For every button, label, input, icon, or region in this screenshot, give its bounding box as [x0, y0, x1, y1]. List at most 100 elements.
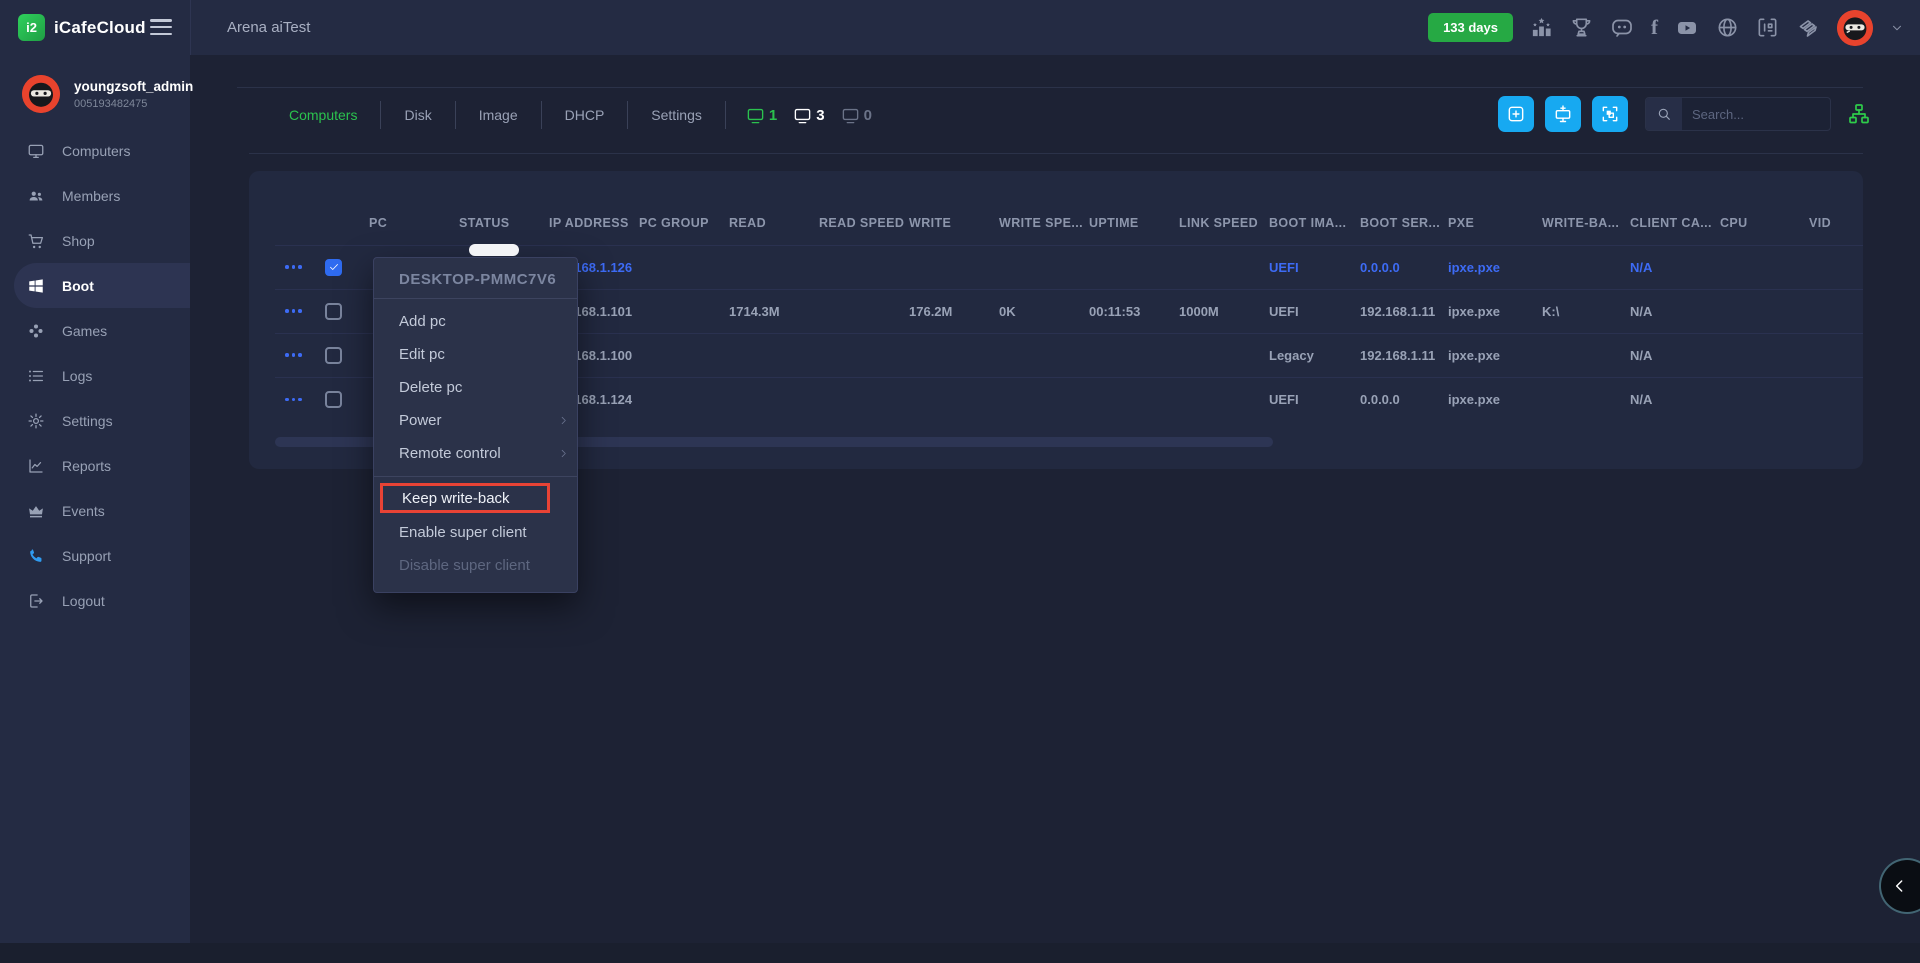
- col-read-speed: READ SPEED: [815, 201, 905, 245]
- offline-pc-counter[interactable]: 0: [841, 106, 872, 125]
- menu-item-enable-super-client[interactable]: Enable super client: [374, 516, 577, 549]
- tab-dhcp[interactable]: DHCP: [542, 107, 628, 123]
- sidebar-item-settings[interactable]: Settings: [0, 398, 190, 443]
- sidebar-item-computers[interactable]: Computers: [0, 128, 190, 173]
- cell-write-speed: 0K: [995, 289, 1085, 333]
- sidebar-item-shop[interactable]: Shop: [0, 218, 190, 263]
- cell-link-speed: [1175, 245, 1265, 289]
- total-pc-count: 3: [816, 107, 824, 124]
- add-pc-button[interactable]: [1545, 96, 1581, 132]
- col-pc: PC: [365, 201, 455, 245]
- sidebar-item-members[interactable]: Members: [0, 173, 190, 218]
- sidebar-item-games[interactable]: Games: [0, 308, 190, 353]
- menu-item-add-pc[interactable]: Add pc: [374, 305, 577, 338]
- row-actions-icon[interactable]: [279, 398, 317, 402]
- sidebar-item-label: Reports: [62, 458, 111, 474]
- user-avatar[interactable]: [1837, 10, 1873, 46]
- online-pc-counter[interactable]: 1: [746, 106, 777, 125]
- youtube-icon[interactable]: [1675, 16, 1699, 40]
- plus-square-icon: [1506, 104, 1526, 124]
- menu-divider: [374, 298, 577, 299]
- cell-boot-server: 0.0.0.0: [1356, 245, 1444, 289]
- menu-item-delete-pc[interactable]: Delete pc: [374, 371, 577, 404]
- cell-cpu: [1716, 245, 1805, 289]
- sidebar-item-label: Support: [62, 548, 111, 564]
- search-input[interactable]: [1682, 107, 1820, 122]
- windows-icon: [27, 277, 45, 295]
- monitor-counters: 1 3 0: [746, 106, 872, 125]
- total-pc-counter[interactable]: 3: [793, 106, 824, 125]
- row-checkbox[interactable]: [325, 391, 342, 408]
- gear-icon: [27, 412, 45, 430]
- cell-client-cache: N/A: [1626, 289, 1716, 333]
- monitor-icon: [27, 142, 45, 160]
- row-checkbox[interactable]: [325, 259, 342, 276]
- tab-settings[interactable]: Settings: [628, 107, 725, 123]
- menu-item-remote-control[interactable]: Remote control: [374, 437, 577, 470]
- row-actions-icon[interactable]: [279, 309, 317, 313]
- online-pc-count: 1: [769, 107, 777, 124]
- cell-pxe: ipxe.pxe: [1444, 377, 1538, 421]
- sitemap-icon[interactable]: [1847, 102, 1871, 126]
- ranking-icon[interactable]: [1530, 16, 1553, 39]
- scan-button[interactable]: [1592, 96, 1628, 132]
- brand[interactable]: i2 iCafeCloud: [18, 0, 146, 55]
- col-vid: VID: [1805, 201, 1863, 245]
- collapse-panel-button[interactable]: [1879, 858, 1920, 914]
- add-button[interactable]: [1498, 96, 1534, 132]
- cell-select: [321, 333, 365, 377]
- sidebar-nav: Computers Members Shop Boot Games Logs S…: [0, 128, 190, 623]
- sidebar-item-reports[interactable]: Reports: [0, 443, 190, 488]
- cell-read-speed: [815, 333, 905, 377]
- trophy-icon[interactable]: [1570, 16, 1593, 39]
- tab-computers[interactable]: Computers: [266, 107, 380, 123]
- menu-item-edit-pc[interactable]: Edit pc: [374, 338, 577, 371]
- cell-pc-group: [635, 245, 725, 289]
- sidebar-item-logs[interactable]: Logs: [0, 353, 190, 398]
- row-checkbox[interactable]: [325, 303, 342, 320]
- cell-pxe: ipxe.pxe: [1444, 245, 1538, 289]
- menu-item-keep-write-back[interactable]: Keep write-back: [380, 483, 550, 513]
- logout-icon: [27, 592, 45, 610]
- search-icon[interactable]: [1646, 98, 1682, 130]
- icafecloud-link-icon[interactable]: [1756, 16, 1779, 39]
- col-link-speed: LINK SPEED: [1175, 201, 1265, 245]
- cell-boot-image: UEFI: [1265, 289, 1356, 333]
- hamburger-menu-icon[interactable]: [150, 19, 172, 35]
- cell-uptime: 00:11:53: [1085, 289, 1175, 333]
- col-ip-address: IP ADDRESS: [545, 201, 635, 245]
- license-days-badge[interactable]: 133 days: [1428, 13, 1513, 42]
- menu-item-power[interactable]: Power: [374, 404, 577, 437]
- sidebar-user-block[interactable]: youngzsoft_admin 005193482475: [22, 75, 193, 113]
- cell-vid: [1805, 333, 1863, 377]
- content-divider-top: [237, 87, 1863, 88]
- cell-write: 176.2M: [905, 289, 995, 333]
- cell-write-back: [1538, 333, 1626, 377]
- sidebar-item-events[interactable]: Events: [0, 488, 190, 533]
- games-icon: [27, 322, 45, 340]
- cell-select: [321, 377, 365, 421]
- sidebar-item-support[interactable]: Support: [0, 533, 190, 578]
- cell-actions: [275, 289, 321, 333]
- tab-image[interactable]: Image: [456, 107, 541, 123]
- row-actions-icon[interactable]: [279, 353, 317, 357]
- discord-icon[interactable]: [1610, 16, 1634, 40]
- sidebar-item-boot[interactable]: Boot: [14, 263, 190, 308]
- col-status: STATUS: [455, 201, 545, 245]
- layers-icon[interactable]: [1796, 16, 1820, 40]
- row-actions-icon[interactable]: [279, 265, 317, 269]
- globe-icon[interactable]: [1716, 16, 1739, 39]
- topbar: i2 iCafeCloud Arena aiTest 133 days f: [0, 0, 1920, 55]
- crown-icon: [27, 502, 45, 520]
- cell-read: [725, 333, 815, 377]
- cell-cpu: [1716, 333, 1805, 377]
- tab-disk[interactable]: Disk: [381, 107, 454, 123]
- sidebar-item-label: Events: [62, 503, 105, 519]
- chevron-left-icon: [1890, 876, 1910, 896]
- sidebar-item-logout[interactable]: Logout: [0, 578, 190, 623]
- cell-read-speed: [815, 289, 905, 333]
- facebook-icon[interactable]: f: [1651, 15, 1658, 40]
- tab-separator: [725, 101, 726, 129]
- row-checkbox[interactable]: [325, 347, 342, 364]
- chevron-down-icon[interactable]: [1890, 21, 1904, 35]
